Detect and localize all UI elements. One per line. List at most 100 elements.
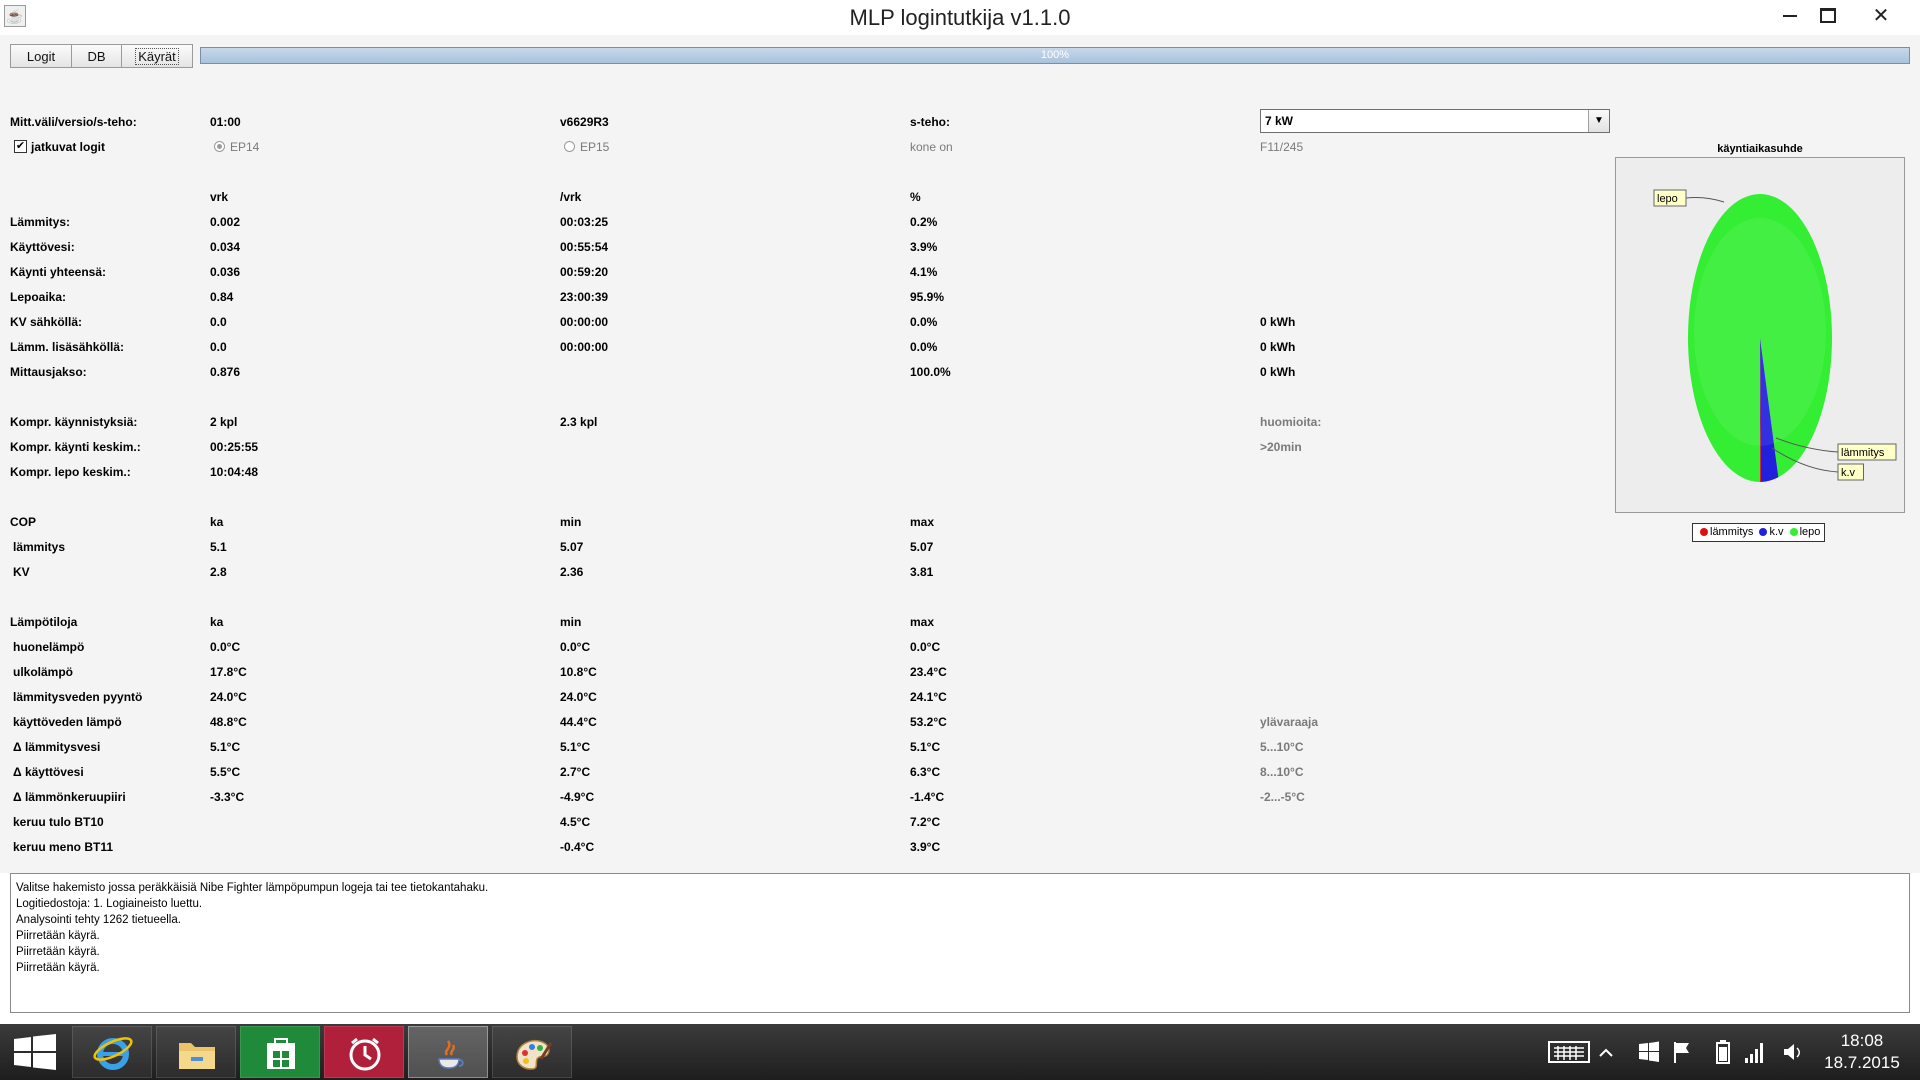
compressor-run-note: >20min bbox=[1260, 440, 1302, 454]
runtime-row-pct: 4.1% bbox=[910, 265, 938, 279]
temp-row-max: 24.1°C bbox=[910, 690, 947, 704]
alarms-icon[interactable] bbox=[324, 1026, 404, 1078]
runtime-row-per-day: 00:00:00 bbox=[560, 315, 609, 329]
runtime-row-per-day: 00:55:54 bbox=[560, 240, 609, 254]
ep15-label: EP15 bbox=[580, 140, 610, 154]
cop-header-min: min bbox=[560, 515, 582, 529]
temp-row-min: 24.0°C bbox=[560, 690, 597, 704]
cop-row-min: 5.07 bbox=[560, 540, 584, 554]
continuous-logs-checkbox[interactable]: ✔ bbox=[14, 140, 27, 153]
kayrat-button-label: Käyrät bbox=[135, 48, 179, 65]
legend-dot-lammitys bbox=[1700, 528, 1708, 537]
network-signal-icon[interactable] bbox=[1744, 1040, 1766, 1064]
interval-label: Mitt.väli/versio/s-teho: bbox=[10, 115, 137, 129]
cop-row-max: 3.81 bbox=[910, 565, 934, 579]
temp-row-max: 7.2°C bbox=[910, 815, 941, 829]
windows-flag-icon[interactable] bbox=[1638, 1040, 1660, 1064]
windows-start-icon[interactable] bbox=[14, 1034, 56, 1070]
store-icon[interactable] bbox=[240, 1026, 320, 1078]
legend-dot-kv bbox=[1759, 528, 1768, 537]
log-line: Piirretään käyrä. bbox=[16, 962, 100, 974]
legend-label-lepo: lepo bbox=[1799, 526, 1821, 538]
progress-bar: 100% bbox=[200, 47, 1910, 64]
power-select[interactable]: 7 kW ▼ bbox=[1260, 109, 1610, 133]
runtime-row-label: Lämm. lisäsähköllä: bbox=[10, 340, 125, 354]
runtime-row-vrk: 0.034 bbox=[210, 240, 241, 254]
pie-chart-panel: lepo lämmitys k.v bbox=[1615, 157, 1905, 513]
temp-row-ka: 0.0°C bbox=[210, 640, 241, 654]
temp-row-ka: 5.1°C bbox=[210, 740, 241, 754]
progress-text: 100% bbox=[1040, 49, 1070, 61]
runtime-row-vrk: 0.0 bbox=[210, 315, 227, 329]
java-icon[interactable] bbox=[408, 1026, 488, 1078]
machine-value: F11/245 bbox=[1260, 140, 1304, 154]
chevron-down-icon[interactable]: ▼ bbox=[1588, 110, 1609, 132]
temp-row-ka: 24.0°C bbox=[210, 690, 247, 704]
temp-row-min: 4.5°C bbox=[560, 815, 591, 829]
file-explorer-icon[interactable] bbox=[156, 1026, 236, 1078]
log-line: Valitse hakemisto jossa peräkkäisiä Nibe… bbox=[16, 882, 489, 894]
taskbar: 18:08 18.7.2015 bbox=[0, 1024, 1920, 1080]
temp-row-max: 23.4°C bbox=[910, 665, 947, 679]
temps-header-ka: ka bbox=[210, 615, 224, 629]
cop-header-max: max bbox=[910, 515, 935, 529]
minimize-icon bbox=[1783, 14, 1797, 17]
temp-row-min: 5.1°C bbox=[560, 740, 591, 754]
db-button[interactable]: DB bbox=[71, 44, 122, 68]
compressor-starts-value: 2 kpl bbox=[210, 415, 238, 429]
runtime-row-vrk: 0.036 bbox=[210, 265, 241, 279]
runtime-row-label: KV sähköllä: bbox=[10, 315, 83, 329]
close-icon: ✕ bbox=[1872, 5, 1890, 27]
chevron-up-icon[interactable] bbox=[1598, 1040, 1614, 1064]
continuous-logs-label: jatkuvat logit bbox=[31, 140, 106, 154]
runtime-row-pct: 95.9% bbox=[910, 290, 945, 304]
cop-title: COP bbox=[10, 515, 37, 529]
compressor-run-avg-label: Kompr. käynti keskim.: bbox=[10, 440, 141, 454]
maximize-icon bbox=[1820, 8, 1836, 24]
logit-button[interactable]: Logit bbox=[10, 44, 72, 68]
temp-row-label: ulkolämpö bbox=[13, 665, 74, 679]
close-button[interactable]: ✕ bbox=[1856, 0, 1906, 32]
compressor-rest-avg-label: Kompr. lepo keskim.: bbox=[10, 465, 131, 479]
clock-date: 18.7.2015 bbox=[1824, 1053, 1900, 1072]
ep14-label: EP14 bbox=[230, 140, 260, 154]
ep15-radio[interactable] bbox=[564, 141, 575, 152]
runtime-row-pct: 0.0% bbox=[910, 340, 938, 354]
battery-icon[interactable] bbox=[1716, 1040, 1730, 1064]
runtime-row-vrk: 0.002 bbox=[210, 215, 241, 229]
temp-row-label: Δ lämmitysvesi bbox=[13, 740, 101, 754]
runtime-row-per-day: 00:00:00 bbox=[560, 340, 609, 354]
taskbar-clock[interactable]: 18:08 18.7.2015 bbox=[1812, 1030, 1912, 1074]
keyboard-icon[interactable] bbox=[1548, 1040, 1590, 1064]
kayrat-button[interactable]: Käyrät bbox=[121, 44, 193, 68]
log-line: Piirretään käyrä. bbox=[16, 930, 100, 942]
power-label: s-teho: bbox=[910, 115, 950, 129]
temp-row-ka: 17.8°C bbox=[210, 665, 247, 679]
runtime-row-pct: 100.0% bbox=[910, 365, 951, 379]
internet-explorer-icon[interactable] bbox=[72, 1026, 152, 1078]
legend-label-lammitys: lämmitys bbox=[1710, 526, 1754, 538]
log-textarea[interactable]: Valitse hakemisto jossa peräkkäisiä Nibe… bbox=[10, 873, 1910, 1013]
cop-row-min: 2.36 bbox=[560, 565, 584, 579]
compressor-starts-per-day: 2.3 kpl bbox=[560, 415, 598, 429]
ep14-radio[interactable] bbox=[214, 141, 225, 152]
paint-icon[interactable] bbox=[492, 1026, 572, 1078]
temp-row-label: huonelämpö bbox=[13, 640, 85, 654]
log-line: Piirretään käyrä. bbox=[16, 946, 100, 958]
cop-row-max: 5.07 bbox=[910, 540, 934, 554]
title-bar: ☕ MLP logintutkija v1.1.0 ✕ bbox=[0, 0, 1920, 36]
cop-row-label: KV bbox=[13, 565, 30, 579]
machine-label: kone on bbox=[910, 140, 953, 154]
window-title: MLP logintutkija v1.1.0 bbox=[849, 5, 1071, 30]
temp-row-label: lämmitysveden pyyntö bbox=[13, 690, 143, 704]
runtime-row-per-day: 23:00:39 bbox=[560, 290, 609, 304]
action-center-flag-icon[interactable] bbox=[1672, 1040, 1692, 1064]
pie-label-connector bbox=[1685, 197, 1725, 203]
runtime-row-per-day: 00:59:20 bbox=[560, 265, 609, 279]
volume-icon[interactable] bbox=[1782, 1040, 1802, 1064]
temps-header-min: min bbox=[560, 615, 582, 629]
maximize-button[interactable] bbox=[1806, 0, 1850, 32]
runtime-row-per-day: 00:03:25 bbox=[560, 215, 609, 229]
runtime-row-kwh: 0 kWh bbox=[1260, 365, 1296, 379]
temp-row-max: 5.1°C bbox=[910, 740, 941, 754]
